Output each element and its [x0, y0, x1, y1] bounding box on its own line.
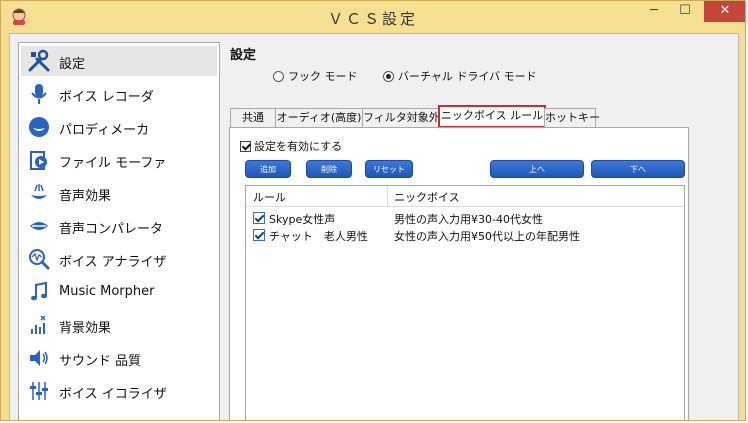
- speaker-icon: [30, 350, 48, 366]
- close-button[interactable]: ✕: [704, 1, 745, 22]
- table-row[interactable]: Skype女性声 男性の声入力用¥30-40代女性: [246, 210, 684, 226]
- sidebar-item-label: ボイス レコーダ: [59, 90, 154, 105]
- sidebar-item-label: 音声コンパレータ: [59, 222, 164, 237]
- equalizer-icon: [30, 382, 48, 400]
- delete-button[interactable]: 削除: [306, 160, 352, 178]
- move-up-button[interactable]: 上へ: [490, 160, 584, 178]
- sidebar-item-voice-analyzer[interactable]: ボイス アナライザ: [21, 244, 217, 274]
- maximize-button[interactable]: ☐: [671, 1, 699, 22]
- sidebar-item-label: 背景効果: [59, 321, 112, 336]
- sidebar[interactable]: 設定 ボイス レコーダ パロディメーカ ファイル モーファ 音声効果 音声コンパ…: [18, 42, 220, 420]
- radio-indicator[interactable]: [273, 71, 284, 82]
- table-header: ルール ニックボイス: [246, 186, 684, 207]
- tab-hotkeys[interactable]: ホットキー: [544, 108, 600, 127]
- radio-label: バーチャル ドライバ モード: [398, 70, 537, 83]
- row-rule: チャット 老人男性: [269, 230, 368, 243]
- column-header-nickvoice[interactable]: ニックボイス: [394, 189, 460, 205]
- sidebar-item-parody-maker[interactable]: パロディメーカ: [21, 112, 217, 142]
- tab-audio-advanced[interactable]: オーディオ(高度): [275, 108, 363, 127]
- file-morph-icon: [30, 151, 47, 170]
- radio-indicator[interactable]: [383, 71, 394, 82]
- sidebar-item-label: Music Morpher: [59, 284, 155, 299]
- microphone-icon: [31, 84, 47, 104]
- window-title: ＶＣＳ設定: [327, 10, 418, 28]
- client-area: 設定 ボイス レコーダ パロディメーカ ファイル モーファ 音声効果 音声コンパ…: [9, 33, 739, 420]
- row-nickvoice: 男性の声入力用¥30-40代女性: [394, 213, 543, 226]
- sidebar-item-label: ボイス イコライザ: [59, 387, 167, 402]
- sidebar-item-voice-comparator[interactable]: 音声コンパレータ: [21, 211, 217, 241]
- virtual-driver-mode-radio[interactable]: バーチャル ドライバ モード: [383, 68, 537, 84]
- checkbox-label: 設定を有効にする: [254, 140, 343, 153]
- tab-nickvoice-rules[interactable]: ニックボイス ルール: [438, 105, 546, 128]
- row-nickvoice: 女性の声入力用¥50代以上の年配男性: [394, 230, 580, 243]
- add-button[interactable]: 追加: [245, 160, 291, 178]
- checkbox-indicator[interactable]: [240, 141, 251, 152]
- sidebar-item-music-morpher[interactable]: Music Morpher: [21, 277, 217, 307]
- radio-label: フック モード: [288, 70, 358, 83]
- enable-settings-checkbox[interactable]: 設定を有効にする: [240, 138, 342, 154]
- analyzer-icon: [29, 249, 50, 270]
- move-down-button[interactable]: 下へ: [591, 160, 685, 178]
- sidebar-item-voice-effects[interactable]: 音声効果: [21, 178, 217, 208]
- lips-icon: [29, 117, 49, 137]
- minimize-button[interactable]: ─: [640, 1, 668, 22]
- column-header-rule[interactable]: ルール: [253, 189, 286, 205]
- reset-button[interactable]: リセット: [365, 160, 413, 178]
- tab-filter-exclusions[interactable]: フィルタ対象外: [362, 108, 440, 127]
- background-effect-icon: [31, 315, 46, 334]
- app-window: ＶＣＳ設定 ─ ☐ ✕ 設定 ボイス レコーダ パロディメーカ ファイル モーフ…: [0, 0, 746, 421]
- sidebar-item-label: 音声効果: [59, 189, 112, 204]
- column-separator[interactable]: [387, 186, 388, 206]
- sidebar-item-background-effects[interactable]: 背景効果: [21, 310, 217, 340]
- sidebar-fade: [19, 403, 219, 420]
- title-bar[interactable]: ＶＣＳ設定 ─ ☐ ✕: [1, 1, 745, 33]
- music-note-icon: [31, 281, 47, 301]
- rules-table[interactable]: ルール ニックボイス Skype女性声 男性の声入力用¥30-40代女性 チャッ…: [245, 185, 685, 420]
- row-checkbox[interactable]: [253, 229, 265, 241]
- sidebar-item-label: ボイス アナライザ: [59, 255, 167, 270]
- tab-common[interactable]: 共通: [230, 108, 276, 127]
- sidebar-item-voice-recorder[interactable]: ボイス レコーダ: [21, 79, 217, 109]
- section-title: 設定: [230, 48, 257, 63]
- sidebar-item-label: ファイル モーファ: [59, 156, 167, 171]
- hook-mode-radio[interactable]: フック モード: [273, 68, 358, 84]
- row-rule: Skype女性声: [269, 213, 336, 226]
- sidebar-item-sound-quality[interactable]: サウンド 品質: [21, 343, 217, 373]
- sidebar-item-file-morpher[interactable]: ファイル モーファ: [21, 145, 217, 175]
- comparator-icon: [30, 222, 48, 230]
- tools-icon: [28, 49, 50, 72]
- sidebar-item-voice-equalizer[interactable]: ボイス イコライザ: [21, 376, 217, 406]
- nickvoice-rules-panel: 設定を有効にする 追加 削除 リセット 上へ 下へ ルール ニックボイス Sky…: [229, 127, 689, 420]
- sidebar-item-settings[interactable]: 設定: [21, 46, 217, 76]
- sidebar-item-label: 設定: [59, 57, 86, 72]
- row-checkbox[interactable]: [253, 212, 265, 224]
- voice-effect-icon: [31, 184, 47, 199]
- table-row[interactable]: チャット 老人男性 女性の声入力用¥50代以上の年配男性: [246, 227, 684, 243]
- sidebar-item-label: サウンド 品質: [59, 354, 142, 369]
- sidebar-item-label: パロディメーカ: [59, 123, 150, 138]
